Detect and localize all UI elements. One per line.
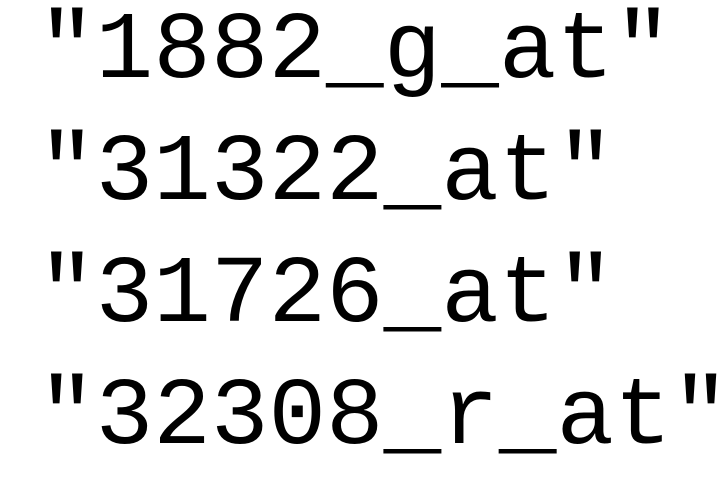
- probe-id-line: "31726_at": [38, 241, 615, 350]
- probe-id-list: "1882_g_at" "31322_at" "31726_at" "32308…: [38, 0, 726, 504]
- probe-id-line: "31322_at": [38, 119, 615, 228]
- probe-id-line: "1882_g_at": [38, 0, 672, 106]
- probe-id-line: "32308_r_at": [38, 363, 726, 472]
